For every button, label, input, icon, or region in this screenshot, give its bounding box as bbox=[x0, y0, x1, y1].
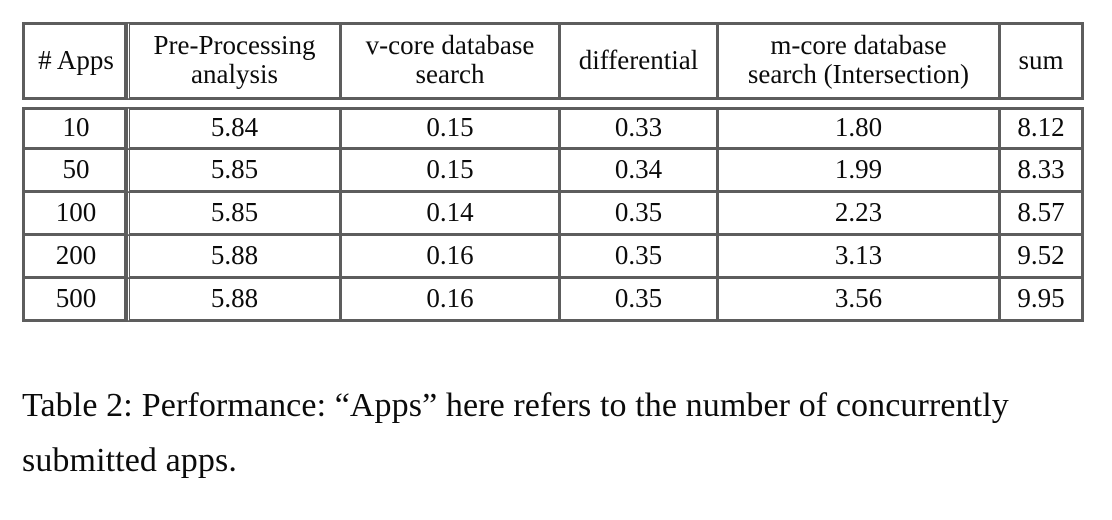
table-caption: Table 2: Performance: “Apps” here refers … bbox=[22, 378, 1090, 488]
cell-apps: 50 bbox=[22, 150, 130, 193]
header-body-separator bbox=[22, 100, 1084, 107]
column-header-sum: sum bbox=[1001, 22, 1084, 100]
cell-pre: 5.88 bbox=[130, 279, 342, 322]
cell-sum: 8.33 bbox=[1001, 150, 1084, 193]
table-row: 100 5.85 0.14 0.35 2.23 8.57 bbox=[22, 193, 1084, 236]
cell-diff: 0.35 bbox=[561, 279, 719, 322]
cell-pre: 5.84 bbox=[130, 107, 342, 150]
cell-mcore: 1.99 bbox=[719, 150, 1001, 193]
cell-mcore: 3.56 bbox=[719, 279, 1001, 322]
table-body: 10 5.84 0.15 0.33 1.80 8.12 50 5.85 0.15… bbox=[22, 100, 1084, 322]
cell-mcore: 1.80 bbox=[719, 107, 1001, 150]
column-header-sum-line-1: sum bbox=[1018, 44, 1064, 75]
performance-table-container: # Apps Pre-Processing analysis v-core da… bbox=[22, 22, 1084, 322]
cell-apps: 100 bbox=[22, 193, 130, 236]
table-row: 200 5.88 0.16 0.35 3.13 9.52 bbox=[22, 236, 1084, 279]
cell-diff: 0.34 bbox=[561, 150, 719, 193]
cell-sum: 8.57 bbox=[1001, 193, 1084, 236]
table-row: 50 5.85 0.15 0.34 1.99 8.33 bbox=[22, 150, 1084, 193]
cell-diff: 0.33 bbox=[561, 107, 719, 150]
column-header-mcore-line-2: search (Intersection) bbox=[747, 59, 970, 89]
cell-diff: 0.35 bbox=[561, 236, 719, 279]
column-header-differential-line-1: differential bbox=[578, 44, 699, 75]
cell-pre: 5.85 bbox=[130, 193, 342, 236]
cell-apps: 10 bbox=[22, 107, 130, 150]
caption-text: Performance: “Apps” here refers to the n… bbox=[22, 387, 1009, 480]
cell-vcore: 0.16 bbox=[342, 279, 561, 322]
cell-vcore: 0.15 bbox=[342, 107, 561, 150]
column-header-apps: # Apps bbox=[22, 22, 130, 100]
column-header-apps-line-1: # Apps bbox=[38, 44, 114, 75]
caption-label: Table 2: bbox=[22, 387, 133, 424]
cell-apps: 500 bbox=[22, 279, 130, 322]
column-header-mcore-database-search: m-core database search (Intersection) bbox=[719, 22, 1001, 100]
cell-sum: 9.52 bbox=[1001, 236, 1084, 279]
header-body-separator-cell bbox=[22, 100, 1084, 107]
table-row: 10 5.84 0.15 0.33 1.80 8.12 bbox=[22, 107, 1084, 150]
table-header-row: # Apps Pre-Processing analysis v-core da… bbox=[22, 22, 1084, 100]
column-header-vcore-line-2: search bbox=[415, 59, 485, 89]
column-header-pre-line-1: Pre-Processing bbox=[153, 30, 316, 61]
column-header-vcore-line-1: v-core database bbox=[365, 30, 535, 61]
cell-mcore: 3.13 bbox=[719, 236, 1001, 279]
cell-pre: 5.85 bbox=[130, 150, 342, 193]
cell-vcore: 0.15 bbox=[342, 150, 561, 193]
cell-apps: 200 bbox=[22, 236, 130, 279]
cell-sum: 8.12 bbox=[1001, 107, 1084, 150]
cell-vcore: 0.16 bbox=[342, 236, 561, 279]
cell-mcore: 2.23 bbox=[719, 193, 1001, 236]
cell-pre: 5.88 bbox=[130, 236, 342, 279]
performance-table: # Apps Pre-Processing analysis v-core da… bbox=[22, 22, 1084, 322]
column-header-pre-processing-analysis: Pre-Processing analysis bbox=[130, 22, 342, 100]
column-header-vcore-database-search: v-core database search bbox=[342, 22, 561, 100]
column-header-mcore-line-1: m-core database bbox=[770, 30, 947, 61]
cell-vcore: 0.14 bbox=[342, 193, 561, 236]
column-header-differential: differential bbox=[561, 22, 719, 100]
table-figure-page: # Apps Pre-Processing analysis v-core da… bbox=[0, 0, 1112, 520]
cell-diff: 0.35 bbox=[561, 193, 719, 236]
table-row: 500 5.88 0.16 0.35 3.56 9.95 bbox=[22, 279, 1084, 322]
cell-sum: 9.95 bbox=[1001, 279, 1084, 322]
table-header: # Apps Pre-Processing analysis v-core da… bbox=[22, 22, 1084, 100]
column-header-pre-line-2: analysis bbox=[191, 59, 278, 89]
